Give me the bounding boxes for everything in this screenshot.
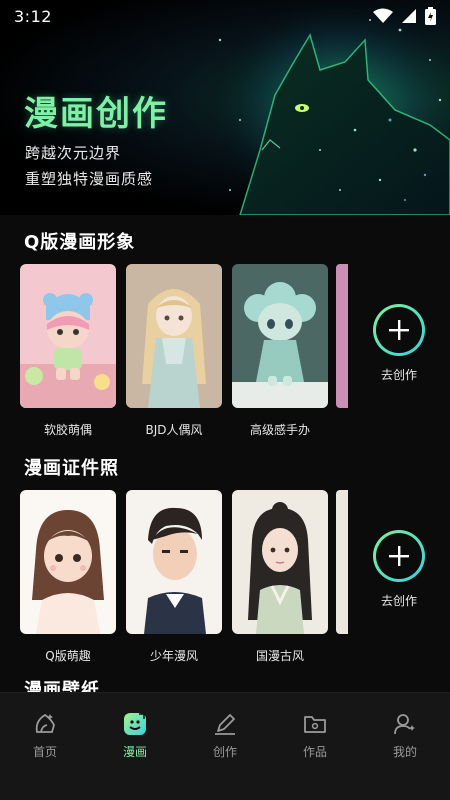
bottom-tab-bar: 首页 漫画 创作 作品 我的 [0,692,450,800]
tab-comic[interactable]: 漫画 [105,711,165,760]
style-card-q-cute[interactable]: Q版萌趣 [20,490,116,664]
tab-label: 创作 [212,745,237,759]
section-title-id-photo: 漫画证件照 [24,458,119,479]
comic-icon [124,713,146,735]
style-card-label: 高级感手办 [249,423,310,437]
status-icons [373,7,436,25]
shonen-image [126,490,222,634]
section-title-q-figure: Q版漫画形象 [24,232,136,253]
style-card-label: BJD人偶风 [145,423,203,437]
style-card-label: Q版萌趣 [45,649,91,663]
style-card-bjd-doll[interactable]: BJD人偶风 [126,264,222,438]
create-label: 去创作 [380,594,417,608]
create-button-id-photo[interactable]: 去创作 [372,530,426,609]
pen-icon [215,714,235,735]
hero-subtitle-line1: 跨越次元边界 [25,144,122,162]
tab-label: 作品 [302,745,327,759]
q-figure-row[interactable]: 软胶萌偶 BJD人偶风 高级感手办 去创作 [20,264,450,444]
style-card-peek[interactable] [336,490,348,634]
signal-icon [402,9,416,23]
bjd-doll-image [126,264,222,408]
guoman-ancient-image [232,490,328,634]
hero-subtitle-line2: 重塑独特漫画质感 [25,170,154,188]
style-card-label: 少年漫风 [149,649,198,663]
user-icon [394,714,415,735]
style-card-shonen[interactable]: 少年漫风 [126,490,222,664]
q-cute-image [20,490,116,634]
hero-title: 漫画创作 [24,94,168,134]
tab-works[interactable]: 作品 [285,711,345,760]
create-label: 去创作 [380,368,417,382]
tab-label: 漫画 [122,745,147,759]
tab-label: 我的 [392,745,417,759]
tab-profile[interactable]: 我的 [375,711,435,760]
style-card-peek[interactable] [336,264,348,408]
id-photo-row[interactable]: Q版萌趣 少年漫风 国漫古风 去创作 [20,490,450,670]
style-card-guoman-ancient[interactable]: 国漫古风 [232,490,328,664]
soft-doll-image [20,264,116,408]
tab-home[interactable]: 首页 [15,711,75,760]
battery-icon [425,7,436,25]
style-card-label: 国漫古风 [255,649,304,663]
tab-create[interactable]: 创作 [195,711,255,760]
hero-banner[interactable]: 漫画创作 跨越次元边界 重塑独特漫画质感 [0,0,450,215]
tab-label: 首页 [32,745,57,759]
premium-figure-image [232,264,328,408]
plus-icon [389,546,409,566]
status-time: 3:12 [14,6,52,26]
cosmic-cat-illustration [200,0,450,215]
home-icon [35,713,55,733]
wifi-icon [373,8,393,23]
create-button-q-figure[interactable]: 去创作 [372,304,426,383]
folder-icon [304,716,326,733]
style-card-soft-doll[interactable]: 软胶萌偶 [20,264,116,438]
plus-icon [389,320,409,340]
status-bar: 3:12 [0,0,450,32]
style-card-premium-figure[interactable]: 高级感手办 [232,264,328,438]
style-card-label: 软胶萌偶 [43,423,92,437]
